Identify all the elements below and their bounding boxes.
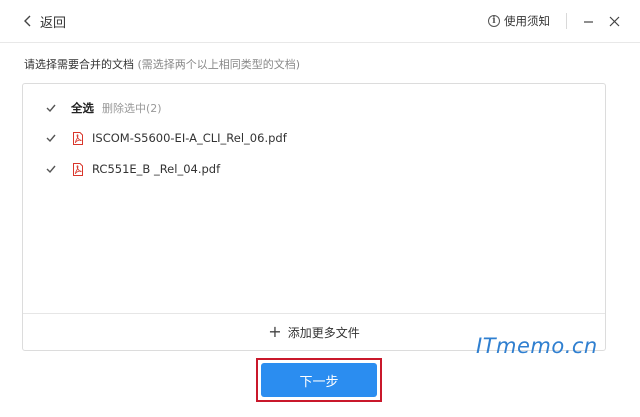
file-name: RC551E_B _Rel_04.pdf bbox=[92, 162, 221, 176]
select-all-row: 全选 删除选中(2) bbox=[45, 98, 162, 118]
usage-notes-button[interactable]: i 使用须知 bbox=[488, 10, 550, 32]
delete-selected-button[interactable]: 删除选中(2) bbox=[102, 100, 162, 116]
titlebar-divider bbox=[566, 13, 567, 29]
file-checkbox[interactable] bbox=[45, 163, 57, 175]
file-name: ISCOM-S5600-EI-A_CLI_Rel_06.pdf bbox=[92, 131, 287, 145]
pdf-file-icon bbox=[73, 162, 83, 176]
close-icon bbox=[609, 16, 619, 26]
minimize-icon bbox=[583, 20, 593, 23]
checkmark-icon bbox=[46, 165, 56, 174]
add-more-files-label: 添加更多文件 bbox=[287, 325, 360, 340]
select-all-checkbox[interactable] bbox=[45, 102, 57, 114]
back-label: 返回 bbox=[40, 15, 67, 31]
file-row[interactable]: ISCOM-S5600-EI-A_CLI_Rel_06.pdf bbox=[45, 128, 287, 148]
instruction-hint: (需选择两个以上相同类型的文档) bbox=[137, 58, 301, 71]
select-all-label[interactable]: 全选 bbox=[71, 100, 94, 116]
checkmark-icon bbox=[46, 134, 56, 143]
file-row[interactable]: RC551E_B _Rel_04.pdf bbox=[45, 159, 220, 179]
chevron-left-icon bbox=[24, 15, 31, 27]
usage-notes-label: 使用须知 bbox=[504, 14, 550, 28]
minimize-button[interactable] bbox=[578, 11, 598, 31]
pdf-file-icon bbox=[73, 131, 83, 145]
info-icon: i bbox=[488, 15, 500, 27]
checkmark-icon bbox=[46, 104, 56, 113]
file-checkbox[interactable] bbox=[45, 132, 57, 144]
title-bar: 返回 i 使用须知 bbox=[0, 0, 640, 43]
watermark: ITmemo.cn bbox=[476, 334, 598, 358]
next-button[interactable]: 下一步 bbox=[261, 363, 377, 397]
instruction-text: 请选择需要合并的文档 (需选择两个以上相同类型的文档) bbox=[24, 56, 300, 72]
instruction-main: 请选择需要合并的文档 bbox=[24, 58, 134, 71]
next-button-label: 下一步 bbox=[299, 374, 339, 390]
file-list: 全选 删除选中(2) ISCOM-S5600-EI-A_CLI_Rel_06.p… bbox=[22, 83, 606, 351]
close-button[interactable] bbox=[604, 11, 624, 31]
plus-icon: + bbox=[268, 322, 282, 341]
back-button[interactable]: 返回 bbox=[22, 10, 66, 32]
next-button-highlight: 下一步 bbox=[256, 358, 382, 402]
